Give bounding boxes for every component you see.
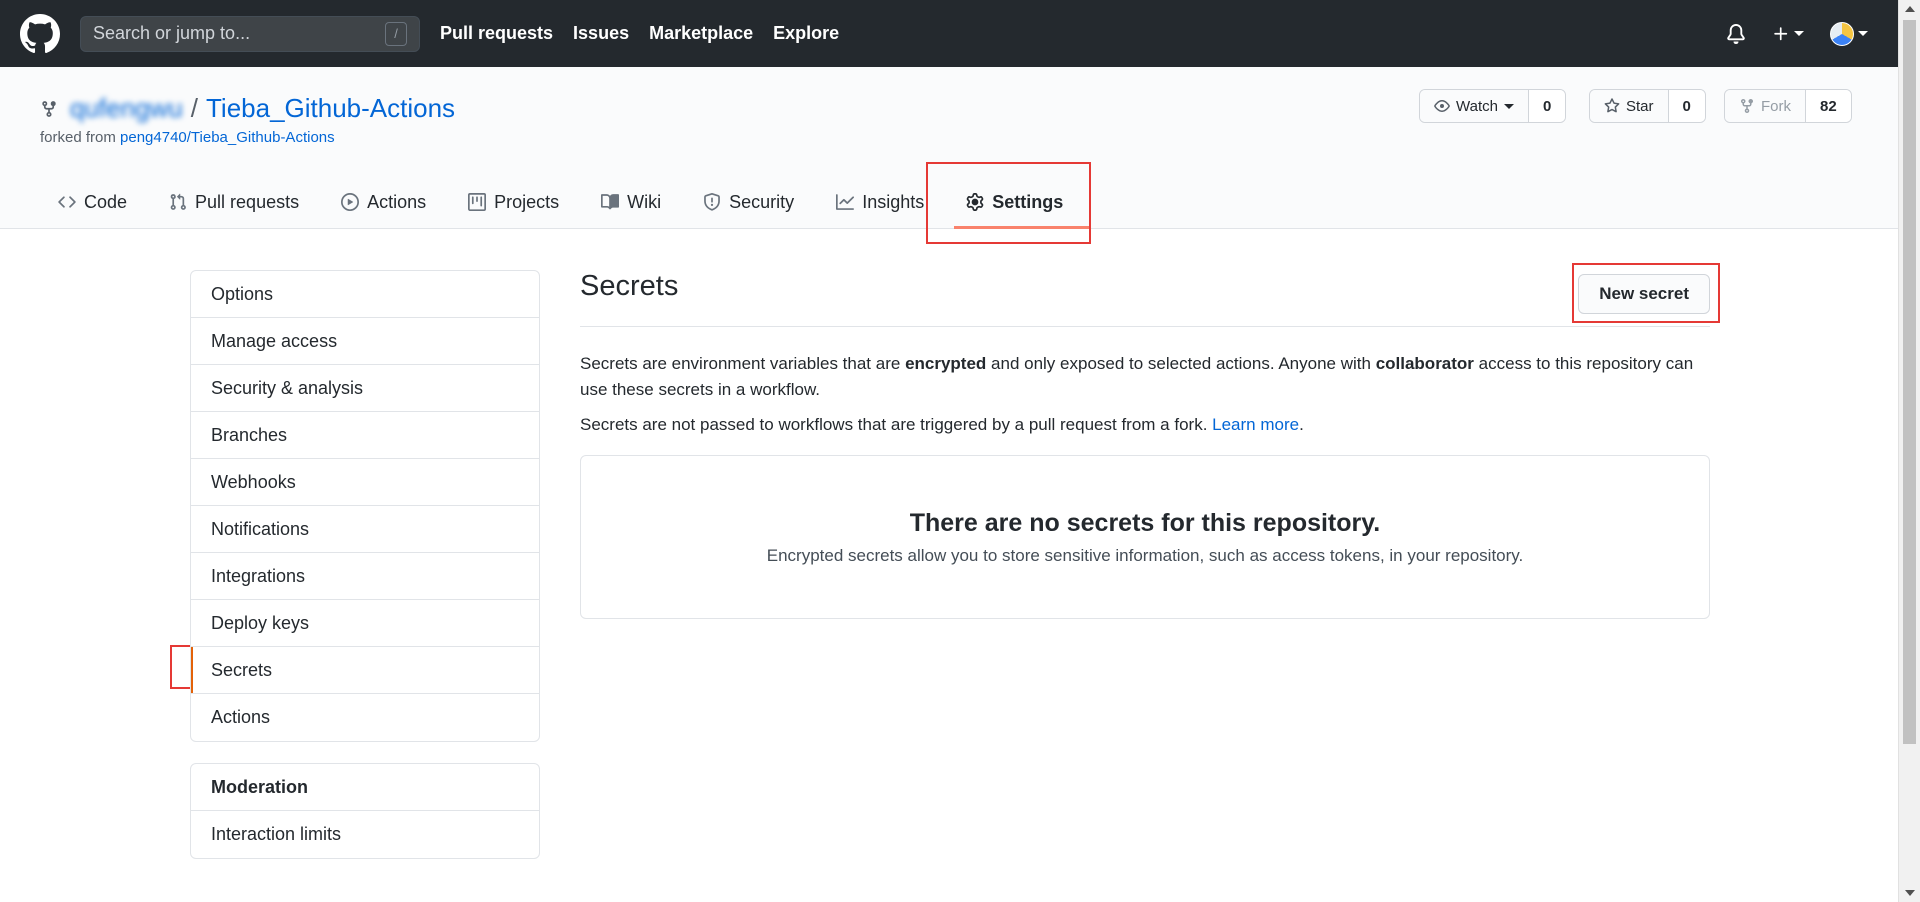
fork-note: Secrets are not passed to workflows that… <box>580 415 1710 435</box>
watch-group: Watch 0 <box>1419 89 1567 123</box>
star-label: Star <box>1626 97 1654 115</box>
repo-separator: / <box>190 93 198 123</box>
nav-marketplace[interactable]: Marketplace <box>649 23 753 44</box>
sidebar-item-notifications[interactable]: Notifications <box>191 506 539 553</box>
learn-more-link[interactable]: Learn more <box>1212 415 1299 434</box>
watch-button[interactable]: Watch <box>1420 90 1529 122</box>
tab-wiki[interactable]: Wiki <box>601 175 681 229</box>
avatar-menu[interactable] <box>1830 21 1868 46</box>
fork-count[interactable]: 82 <box>1806 90 1851 122</box>
fork-note-text: Secrets are not passed to workflows that… <box>580 415 1213 434</box>
star-button[interactable]: Star <box>1590 90 1669 122</box>
fork-button[interactable]: Fork <box>1725 90 1806 122</box>
search-placeholder: Search or jump to... <box>93 23 251 43</box>
nav-explore[interactable]: Explore <box>773 23 839 44</box>
desc-text-1: Secrets are environment variables that a… <box>580 354 906 373</box>
chevron-down-icon <box>1794 31 1804 36</box>
github-logo-icon[interactable] <box>20 13 60 54</box>
moderation-heading: Moderation <box>191 764 539 811</box>
scrollbar-thumb[interactable] <box>1903 20 1916 744</box>
code-icon <box>58 196 76 208</box>
forked-from: forked from peng4740/Tieba_Github-Action… <box>40 129 335 146</box>
empty-state-title: There are no secrets for this repository… <box>909 508 1381 537</box>
shield-icon <box>704 193 721 211</box>
sidebar-item-branches[interactable]: Branches <box>191 412 539 459</box>
forked-prefix: forked from <box>40 129 116 146</box>
settings-sidebar: Options Manage access Security & analysi… <box>190 270 540 742</box>
search-shortcut-key: / <box>385 21 407 46</box>
watch-count[interactable]: 0 <box>1528 90 1566 122</box>
repo-title: qufengwu / Tieba_Github-Actions <box>40 93 455 124</box>
tab-label: Wiki <box>627 191 662 212</box>
secrets-description: Secrets are environment variables that a… <box>580 351 1710 403</box>
desc-bold-collaborator: collaborator <box>1375 354 1474 373</box>
watch-label: Watch <box>1456 97 1498 115</box>
nav-pull-requests[interactable]: Pull requests <box>440 23 553 44</box>
sidebar-item-secrets[interactable]: Secrets <box>191 647 539 694</box>
moderation-sidebar: Moderation Interaction limits <box>190 763 540 859</box>
tab-code[interactable]: Code <box>58 175 147 229</box>
desc-text-2: and only exposed to selected actions. An… <box>986 354 1376 373</box>
global-header: Search or jump to... / Pull requests Iss… <box>0 0 1898 67</box>
repo-name-link[interactable]: Tieba_Github-Actions <box>206 93 455 124</box>
eye-icon <box>1434 100 1450 112</box>
tab-label: Pull requests <box>195 191 300 212</box>
global-nav: Pull requests Issues Marketplace Explore <box>440 23 859 44</box>
search-input[interactable]: Search or jump to... / <box>80 15 420 52</box>
star-icon <box>1604 98 1620 113</box>
project-icon <box>468 193 487 211</box>
sidebar-item-actions[interactable]: Actions <box>191 694 539 741</box>
new-secret-button[interactable]: New secret <box>1578 274 1710 314</box>
chevron-down-icon <box>1858 31 1868 36</box>
fork-group: Fork 82 <box>1724 89 1852 123</box>
tab-label: Actions <box>367 191 427 212</box>
tab-projects[interactable]: Projects <box>468 175 579 229</box>
fork-note-end: . <box>1299 415 1304 434</box>
forked-source-link[interactable]: peng4740/Tieba_Github-Actions <box>120 129 335 146</box>
page-title: Secrets <box>580 270 1710 327</box>
sidebar-item-interaction-limits[interactable]: Interaction limits <box>191 811 539 858</box>
repo-forked-icon <box>42 100 56 117</box>
pull-request-icon <box>170 193 186 210</box>
desc-bold-encrypted: encrypted <box>905 354 987 373</box>
tab-pull-requests[interactable]: Pull requests <box>169 175 319 229</box>
tab-label: Security <box>729 191 795 212</box>
sidebar-item-webhooks[interactable]: Webhooks <box>191 459 539 506</box>
sidebar-item-integrations[interactable]: Integrations <box>191 553 539 600</box>
star-group: Star 0 <box>1589 89 1706 123</box>
secrets-panel: Secrets New secret Secrets are environme… <box>580 270 1710 619</box>
fork-label: Fork <box>1761 97 1791 115</box>
tab-security[interactable]: Security <box>703 175 814 229</box>
graph-icon <box>836 194 855 210</box>
empty-state: There are no secrets for this repository… <box>580 455 1710 619</box>
chevron-down-icon <box>1503 103 1514 109</box>
tab-label: Insights <box>862 191 925 212</box>
star-count[interactable]: 0 <box>1668 90 1705 122</box>
scroll-down-icon[interactable] <box>1905 890 1915 896</box>
sidebar-item-options[interactable]: Options <box>191 271 539 318</box>
tab-label: Code <box>84 191 128 212</box>
book-icon <box>601 194 620 210</box>
play-icon <box>341 193 360 211</box>
plus-icon[interactable] <box>1772 25 1804 43</box>
empty-state-text: Encrypted secrets allow you to store sen… <box>766 545 1524 565</box>
sidebar-item-deploy-keys[interactable]: Deploy keys <box>191 600 539 647</box>
avatar <box>1830 21 1854 46</box>
repo-forked-icon <box>1741 99 1753 114</box>
sidebar-item-manage-access[interactable]: Manage access <box>191 318 539 365</box>
vertical-scrollbar[interactable] <box>1898 0 1920 902</box>
header-actions <box>1726 0 1868 67</box>
nav-issues[interactable]: Issues <box>573 23 629 44</box>
tab-label: Projects <box>494 191 560 212</box>
tab-actions[interactable]: Actions <box>341 175 446 229</box>
settings-highlight-box <box>926 162 1091 244</box>
scroll-up-icon[interactable] <box>1905 6 1915 12</box>
bell-icon[interactable] <box>1726 23 1746 44</box>
sidebar-item-security-analysis[interactable]: Security & analysis <box>191 365 539 412</box>
repo-owner-link[interactable]: qufengwu <box>70 93 183 124</box>
